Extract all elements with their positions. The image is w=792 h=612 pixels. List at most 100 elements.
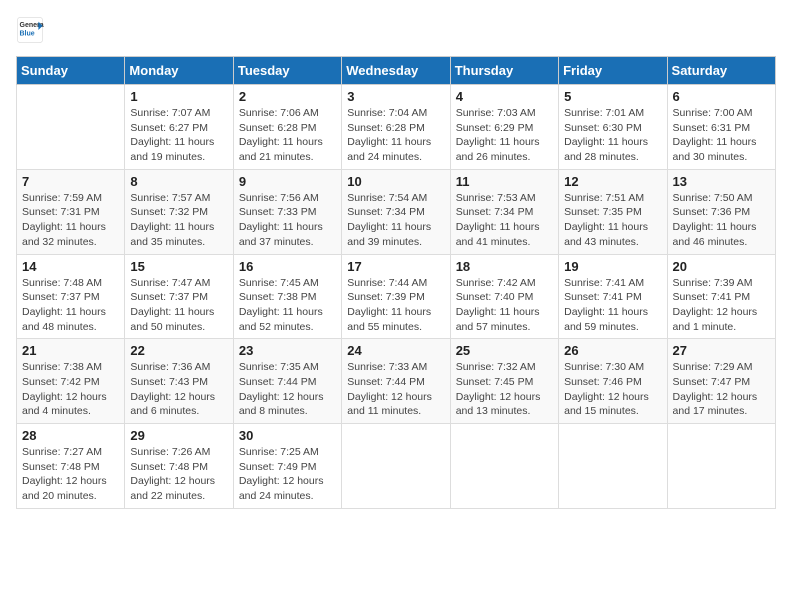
day-header-wednesday: Wednesday — [342, 57, 450, 85]
day-cell: 25 Sunrise: 7:32 AM Sunset: 7:45 PM Dayli… — [450, 339, 558, 424]
day-cell: 23 Sunrise: 7:35 AM Sunset: 7:44 PM Dayli… — [233, 339, 341, 424]
calendar-table: SundayMondayTuesdayWednesdayThursdayFrid… — [16, 56, 776, 509]
day-cell: 5 Sunrise: 7:01 AM Sunset: 6:30 PM Daylig… — [559, 85, 667, 170]
day-number: 19 — [564, 259, 661, 274]
day-cell: 24Sunrise: 7:33 AM Sunset: 7:44 PM Dayli… — [342, 339, 450, 424]
day-number: 3 — [347, 89, 444, 104]
day-info: Sunrise: 7:56 AM Sunset: 7:33 PM Dayligh… — [239, 191, 336, 250]
day-cell — [667, 424, 775, 509]
day-cell: 11Sunrise: 7:53 AM Sunset: 7:34 PM Dayli… — [450, 169, 558, 254]
day-cell: 19 Sunrise: 7:41 AM Sunset: 7:41 PM Dayli… — [559, 254, 667, 339]
week-row-2: 7 Sunrise: 7:59 AM Sunset: 7:31 PM Daylig… — [17, 169, 776, 254]
day-number: 18 — [456, 259, 553, 274]
day-info: Sunrise: 7:04 AM Sunset: 6:28 PM Dayligh… — [347, 106, 444, 165]
day-cell: 10 Sunrise: 7:54 AM Sunset: 7:34 PM Dayli… — [342, 169, 450, 254]
week-row-1: 1 Sunrise: 7:07 AM Sunset: 6:27 PM Daylig… — [17, 85, 776, 170]
day-number: 14 — [22, 259, 119, 274]
day-info: Sunrise: 7:03 AM Sunset: 6:29 PM Dayligh… — [456, 106, 553, 165]
day-number: 1 — [130, 89, 227, 104]
day-number: 13 — [673, 174, 770, 189]
week-row-3: 14 Sunrise: 7:48 AM Sunset: 7:37 PM Dayli… — [17, 254, 776, 339]
day-header-sunday: Sunday — [17, 57, 125, 85]
day-number: 4 — [456, 89, 553, 104]
day-info: Sunrise: 7:29 AM Sunset: 7:47 PM Dayligh… — [673, 360, 770, 419]
day-cell: 22 Sunrise: 7:36 AM Sunset: 7:43 PM Dayli… — [125, 339, 233, 424]
day-number: 23 — [239, 343, 336, 358]
day-number: 27 — [673, 343, 770, 358]
day-cell — [342, 424, 450, 509]
day-info: Sunrise: 7:44 AM Sunset: 7:39 PM Dayligh… — [347, 276, 444, 335]
day-cell: 7 Sunrise: 7:59 AM Sunset: 7:31 PM Daylig… — [17, 169, 125, 254]
day-number: 2 — [239, 89, 336, 104]
day-info: Sunrise: 7:47 AM Sunset: 7:37 PM Dayligh… — [130, 276, 227, 335]
day-cell: 1 Sunrise: 7:07 AM Sunset: 6:27 PM Daylig… — [125, 85, 233, 170]
day-cell: 3 Sunrise: 7:04 AM Sunset: 6:28 PM Daylig… — [342, 85, 450, 170]
day-number: 16 — [239, 259, 336, 274]
day-info: Sunrise: 7:38 AM Sunset: 7:42 PM Dayligh… — [22, 360, 119, 419]
day-info: Sunrise: 7:32 AM Sunset: 7:45 PM Dayligh… — [456, 360, 553, 419]
day-number: 7 — [22, 174, 119, 189]
day-cell: 15Sunrise: 7:47 AM Sunset: 7:37 PM Dayli… — [125, 254, 233, 339]
day-header-thursday: Thursday — [450, 57, 558, 85]
day-cell: 30Sunrise: 7:25 AM Sunset: 7:49 PM Dayli… — [233, 424, 341, 509]
day-info: Sunrise: 7:48 AM Sunset: 7:37 PM Dayligh… — [22, 276, 119, 335]
day-number: 26 — [564, 343, 661, 358]
day-cell: 16Sunrise: 7:45 AM Sunset: 7:38 PM Dayli… — [233, 254, 341, 339]
day-cell: 28 Sunrise: 7:27 AM Sunset: 7:48 PM Dayli… — [17, 424, 125, 509]
day-number: 17 — [347, 259, 444, 274]
day-cell: 6 Sunrise: 7:00 AM Sunset: 6:31 PM Daylig… — [667, 85, 775, 170]
day-info: Sunrise: 7:07 AM Sunset: 6:27 PM Dayligh… — [130, 106, 227, 165]
day-number: 21 — [22, 343, 119, 358]
day-header-tuesday: Tuesday — [233, 57, 341, 85]
day-info: Sunrise: 7:59 AM Sunset: 7:31 PM Dayligh… — [22, 191, 119, 250]
day-info: Sunrise: 7:30 AM Sunset: 7:46 PM Dayligh… — [564, 360, 661, 419]
day-cell: 4 Sunrise: 7:03 AM Sunset: 6:29 PM Daylig… — [450, 85, 558, 170]
day-cell: 26 Sunrise: 7:30 AM Sunset: 7:46 PM Dayli… — [559, 339, 667, 424]
day-info: Sunrise: 7:00 AM Sunset: 6:31 PM Dayligh… — [673, 106, 770, 165]
day-number: 28 — [22, 428, 119, 443]
day-cell: 12 Sunrise: 7:51 AM Sunset: 7:35 PM Dayli… — [559, 169, 667, 254]
week-row-4: 21 Sunrise: 7:38 AM Sunset: 7:42 PM Dayli… — [17, 339, 776, 424]
day-number: 6 — [673, 89, 770, 104]
day-info: Sunrise: 7:57 AM Sunset: 7:32 PM Dayligh… — [130, 191, 227, 250]
day-cell — [559, 424, 667, 509]
day-info: Sunrise: 7:01 AM Sunset: 6:30 PM Dayligh… — [564, 106, 661, 165]
day-cell: 13Sunrise: 7:50 AM Sunset: 7:36 PM Dayli… — [667, 169, 775, 254]
day-number: 9 — [239, 174, 336, 189]
day-info: Sunrise: 7:54 AM Sunset: 7:34 PM Dayligh… — [347, 191, 444, 250]
day-cell: 14 Sunrise: 7:48 AM Sunset: 7:37 PM Dayli… — [17, 254, 125, 339]
day-cell: 9 Sunrise: 7:56 AM Sunset: 7:33 PM Daylig… — [233, 169, 341, 254]
day-info: Sunrise: 7:39 AM Sunset: 7:41 PM Dayligh… — [673, 276, 770, 335]
day-info: Sunrise: 7:33 AM Sunset: 7:44 PM Dayligh… — [347, 360, 444, 419]
day-number: 29 — [130, 428, 227, 443]
day-info: Sunrise: 7:06 AM Sunset: 6:28 PM Dayligh… — [239, 106, 336, 165]
day-cell: 27 Sunrise: 7:29 AM Sunset: 7:47 PM Dayli… — [667, 339, 775, 424]
calendar-header-row: SundayMondayTuesdayWednesdayThursdayFrid… — [17, 57, 776, 85]
day-number: 10 — [347, 174, 444, 189]
day-number: 20 — [673, 259, 770, 274]
day-number: 8 — [130, 174, 227, 189]
day-cell: 8 Sunrise: 7:57 AM Sunset: 7:32 PM Daylig… — [125, 169, 233, 254]
svg-text:Blue: Blue — [20, 31, 35, 38]
day-header-monday: Monday — [125, 57, 233, 85]
day-header-friday: Friday — [559, 57, 667, 85]
day-info: Sunrise: 7:36 AM Sunset: 7:43 PM Dayligh… — [130, 360, 227, 419]
day-info: Sunrise: 7:53 AM Sunset: 7:34 PM Dayligh… — [456, 191, 553, 250]
day-number: 22 — [130, 343, 227, 358]
day-cell: 20 Sunrise: 7:39 AM Sunset: 7:41 PM Dayli… — [667, 254, 775, 339]
day-number: 25 — [456, 343, 553, 358]
day-cell: 18Sunrise: 7:42 AM Sunset: 7:40 PM Dayli… — [450, 254, 558, 339]
day-number: 12 — [564, 174, 661, 189]
day-info: Sunrise: 7:41 AM Sunset: 7:41 PM Dayligh… — [564, 276, 661, 335]
day-cell: 17 Sunrise: 7:44 AM Sunset: 7:39 PM Dayli… — [342, 254, 450, 339]
day-number: 5 — [564, 89, 661, 104]
page-header: General Blue — [16, 16, 776, 44]
day-info: Sunrise: 7:51 AM Sunset: 7:35 PM Dayligh… — [564, 191, 661, 250]
day-cell: 21 Sunrise: 7:38 AM Sunset: 7:42 PM Dayli… — [17, 339, 125, 424]
day-cell: 2 Sunrise: 7:06 AM Sunset: 6:28 PM Daylig… — [233, 85, 341, 170]
logo-icon: General Blue — [16, 16, 44, 44]
day-info: Sunrise: 7:27 AM Sunset: 7:48 PM Dayligh… — [22, 445, 119, 504]
day-cell — [450, 424, 558, 509]
day-cell — [17, 85, 125, 170]
day-info: Sunrise: 7:35 AM Sunset: 7:44 PM Dayligh… — [239, 360, 336, 419]
